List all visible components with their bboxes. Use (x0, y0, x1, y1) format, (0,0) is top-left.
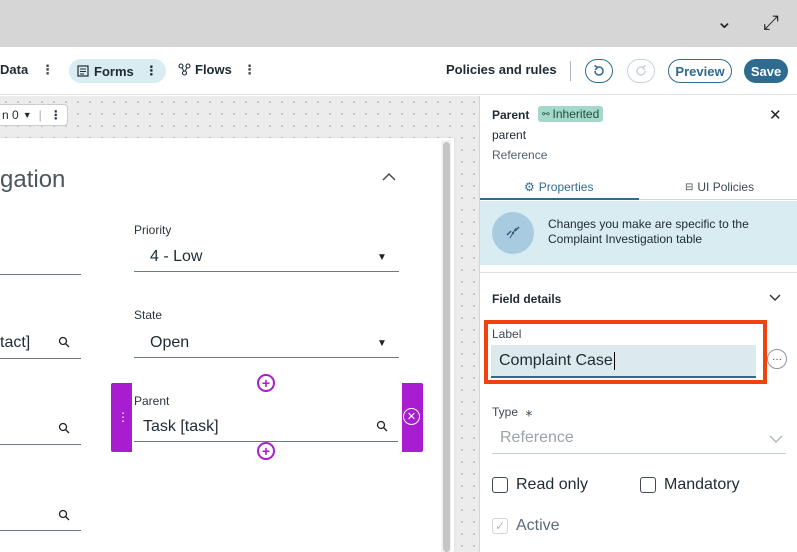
form-canvas: n 0 ▼ | ⋮ gation tact] Priority 4 - Low … (0, 96, 479, 552)
canvas-scrollbar-thumb[interactable] (443, 142, 450, 552)
link-icon: ⚯ (542, 108, 550, 119)
tab-selector-label[interactable]: n 0 (2, 108, 19, 122)
left-field-1-underline (0, 274, 81, 275)
panel-field-name: parent (492, 128, 527, 142)
label-more-button[interactable]: ··· (767, 349, 787, 369)
type-caption: Type ⁎ (492, 403, 532, 420)
policy-icon: ⊟ (685, 181, 694, 193)
inherited-badge: ⚯ Inherited (538, 106, 604, 122)
builder-toolbar: Data ⋮ Forms ⋮ Flows ⋮ Policies and rule… (0, 47, 797, 95)
canvas-mini-toolbar: n 0 ▼ | ⋮ (0, 104, 68, 126)
mandatory-label: Mandatory (664, 476, 740, 493)
tab-data-label: Data (0, 62, 29, 77)
field-details-title: Field details (492, 292, 562, 306)
tab-ui-policies[interactable]: ⊟ UI Policies (685, 180, 754, 194)
contact-field-value: tact] (0, 334, 31, 351)
type-select-underline (492, 453, 786, 454)
gear-icon: ⚙ (524, 180, 535, 194)
form-icon (77, 65, 89, 77)
mandatory-checkbox[interactable] (640, 477, 656, 493)
close-icon[interactable]: ✕ (769, 106, 782, 124)
add-field-above-icon[interactable]: + (257, 374, 275, 392)
priority-label: Priority (134, 223, 172, 237)
type-chevron-down-icon[interactable] (769, 430, 783, 446)
scope-notice: Changes you make are specific to the Com… (480, 201, 797, 265)
redo-button[interactable] (627, 59, 655, 83)
unlink-icon (492, 212, 534, 254)
toolbar-divider (570, 61, 571, 81)
forms-more-icon[interactable]: ⋮ (145, 63, 158, 79)
properties-panel: Parent ⚯ Inherited ✕ parent Reference ⚙ … (479, 96, 797, 552)
search-icon[interactable] (58, 336, 70, 351)
required-icon: ⁎ (525, 403, 533, 419)
divider (480, 272, 797, 273)
search-icon[interactable] (376, 420, 388, 435)
read-only-label: Read only (516, 476, 589, 493)
left-field-3-underline (0, 444, 81, 445)
type-caption-text: Type (492, 405, 519, 419)
active-tab-indicator (480, 198, 639, 200)
state-dropdown-icon[interactable]: ▼ (377, 338, 387, 349)
expand-icon[interactable]: ⤢ (763, 12, 779, 35)
panel-field-type: Reference (492, 148, 548, 162)
field-details-chevron-icon[interactable] (769, 290, 781, 305)
state-underline (134, 357, 399, 358)
type-select-value[interactable]: Reference (500, 429, 574, 447)
chevron-down-icon[interactable]: ⌄ (716, 9, 733, 34)
policies-label: Policies and rules (446, 62, 557, 77)
active-label: Active (516, 517, 560, 534)
tab-properties[interactable]: ⚙ Properties (524, 180, 593, 194)
selected-parent-field[interactable]: ⋮⋮ Parent Task [task] ✕ + + (111, 374, 423, 460)
caret-down-icon[interactable]: ▼ (23, 110, 32, 120)
parent-value: Task [task] (143, 418, 219, 435)
state-value[interactable]: Open (150, 334, 189, 352)
state-label: State (134, 308, 163, 322)
policies-and-rules-link[interactable]: Policies and rules (446, 62, 557, 77)
active-checkbox[interactable]: ✓ (492, 518, 508, 534)
form-section-card: gation tact] Priority 4 - Low ▼ State Op… (0, 138, 454, 552)
panel-tabs: ⚙ Properties ⊟ UI Policies (480, 176, 797, 200)
parent-label: Parent (134, 394, 170, 408)
undo-icon (594, 64, 604, 76)
tab-forms[interactable]: Forms ⋮ (69, 59, 166, 83)
flows-more-icon[interactable]: ⋮ (243, 62, 256, 78)
search-icon[interactable] (58, 422, 70, 437)
left-field-4-underline (0, 530, 81, 531)
search-icon[interactable] (58, 509, 70, 524)
save-button[interactable]: Save (744, 59, 788, 83)
tab-flows[interactable]: Flows (178, 62, 232, 77)
tab-properties-label: Properties (538, 180, 594, 194)
scope-notice-text: Changes you make are specific to the Com… (548, 217, 749, 246)
preview-button[interactable]: Preview (668, 59, 732, 83)
highlight-box (484, 320, 767, 384)
data-more-icon[interactable]: ⋮ (41, 62, 54, 78)
section-title: gation (0, 166, 66, 193)
tab-ui-policies-label: UI Policies (697, 180, 755, 194)
remove-field-icon[interactable]: ✕ (403, 408, 420, 425)
mini-divider: | (38, 108, 42, 122)
priority-underline (134, 271, 399, 272)
tab-flows-label: Flows (195, 62, 232, 77)
priority-value[interactable]: 4 - Low (150, 248, 202, 266)
inherited-badge-label: Inherited (552, 107, 600, 121)
window-top-bar: ⌄ ⤢ (0, 0, 797, 47)
redo-icon (636, 64, 646, 76)
contact-field-underline (0, 358, 81, 359)
flow-icon (178, 63, 191, 76)
tab-data[interactable]: Data (0, 62, 28, 77)
collapse-section-icon[interactable] (382, 166, 396, 187)
add-field-below-icon[interactable]: + (257, 442, 275, 460)
priority-dropdown-icon[interactable]: ▼ (377, 252, 387, 263)
tab-forms-label: Forms (94, 63, 134, 79)
mini-more-icon[interactable]: ⋮ (50, 108, 62, 122)
read-only-checkbox[interactable] (492, 477, 508, 493)
undo-button[interactable] (585, 59, 613, 83)
panel-field-title: Parent (492, 108, 530, 122)
